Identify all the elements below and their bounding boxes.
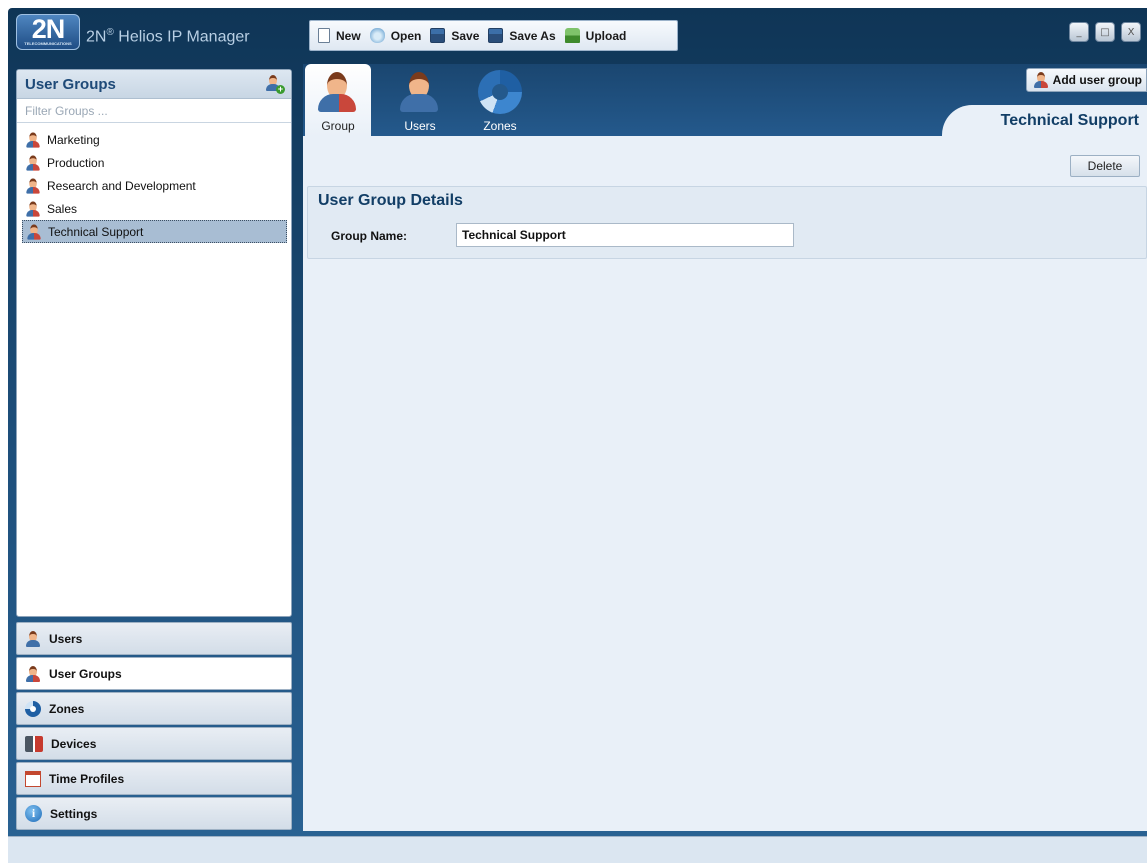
group-name-input[interactable] (456, 223, 794, 247)
groups-panel-header: User Groups + (17, 70, 291, 99)
tab-label: Users (404, 119, 436, 133)
app-title-product: Helios IP Manager (113, 28, 250, 46)
registered-mark: ® (106, 27, 114, 38)
upload-house-icon (564, 28, 580, 43)
app-title: 2N® Helios IP Manager (86, 27, 250, 46)
nav-item-label: Settings (50, 806, 98, 821)
upload-button[interactable]: Upload (564, 28, 627, 43)
user-group-icon (25, 200, 40, 217)
logo-mark: 2N TELECOMMUNICATIONS (16, 14, 80, 50)
close-button[interactable]: X (1121, 22, 1141, 42)
user-group-details: User Group Details Group Name: (307, 186, 1147, 259)
nav-item-settings[interactable]: i Settings (16, 797, 292, 830)
add-user-group-icon (1033, 72, 1049, 88)
open-button[interactable]: Open (369, 28, 422, 43)
add-user-group-button[interactable]: Add user group (1025, 68, 1147, 92)
group-list-item[interactable]: Marketing (22, 128, 287, 151)
groups-panel-title: User Groups (25, 75, 116, 93)
nav-item-devices[interactable]: Devices (16, 727, 292, 760)
add-group-icon[interactable]: + (265, 75, 285, 94)
nav-item-label: User Groups (49, 666, 122, 681)
nav-item-users[interactable]: Users (16, 622, 292, 655)
app-logo: 2N TELECOMMUNICATIONS 2N® Helios IP Mana… (16, 14, 250, 50)
calendar-icon (25, 770, 41, 787)
group-list-item-selected[interactable]: Technical Support (22, 220, 287, 243)
group-list-item[interactable]: Sales (22, 197, 287, 220)
logo-mark-subtext: TELECOMMUNICATIONS (24, 41, 72, 46)
group-list-item[interactable]: Research and Development (22, 174, 287, 197)
group-label: Technical Support (48, 224, 144, 239)
open-folder-icon (369, 28, 385, 43)
tab-group[interactable]: Group (305, 64, 371, 136)
nav-item-user-groups[interactable]: User Groups (16, 657, 292, 690)
minimize-button[interactable]: _ (1069, 22, 1089, 42)
group-list-item[interactable]: Production (22, 151, 287, 174)
user-group-icon (25, 131, 40, 148)
header: 2N TELECOMMUNICATIONS 2N® Helios IP Mana… (8, 8, 1147, 66)
user-group-icon (25, 665, 41, 682)
save-as-disk-icon (488, 28, 504, 43)
nav-item-zones[interactable]: Zones (16, 692, 292, 725)
group-label: Production (47, 155, 105, 170)
group-tab-icon (316, 70, 360, 114)
tab-bar: Group Users Zones Add user group Technic… (303, 64, 1147, 136)
nav-item-label: Time Profiles (49, 771, 125, 786)
plus-icon: + (276, 84, 285, 94)
app-window: 2N TELECOMMUNICATIONS 2N® Helios IP Mana… (8, 8, 1147, 863)
add-user-group-label: Add user group (1052, 73, 1142, 87)
devices-icon (25, 735, 43, 752)
app-title-brand: 2N (86, 28, 107, 46)
group-label: Sales (47, 201, 78, 216)
new-button-label: New (336, 28, 361, 43)
tab-label: Zones (483, 119, 517, 133)
maximize-button[interactable]: □ (1095, 22, 1115, 42)
user-group-icon (25, 154, 40, 171)
details-title: User Group Details (318, 192, 463, 209)
new-button[interactable]: New (318, 28, 361, 43)
open-button-label: Open (390, 28, 422, 43)
group-list: Marketing Production Research and Develo… (17, 123, 291, 243)
user-icon (25, 630, 41, 647)
delete-button[interactable]: Delete (1070, 155, 1140, 177)
users-tab-icon (398, 70, 442, 114)
save-button[interactable]: Save (430, 28, 479, 43)
zones-icon (25, 700, 41, 717)
group-label: Marketing (47, 132, 100, 147)
filter-groups-input[interactable] (17, 99, 291, 123)
nav-item-label: Users (49, 631, 83, 646)
page-title: Technical Support (942, 105, 1147, 136)
tab-zones[interactable]: Zones (467, 64, 533, 136)
new-document-icon (318, 28, 330, 43)
group-label: Research and Development (47, 178, 196, 193)
nav-item-time-profiles[interactable]: Time Profiles (16, 762, 292, 795)
save-button-label: Save (451, 28, 480, 43)
tab-users[interactable]: Users (387, 64, 453, 136)
save-as-button-label: Save As (509, 28, 556, 43)
info-icon: i (25, 805, 42, 822)
file-toolbar: New Open Save Save As Upload (309, 20, 678, 51)
save-disk-icon (430, 28, 446, 43)
window-controls: _ □ X (1069, 22, 1141, 42)
sidebar-nav: Users User Groups Zones Devices Time Pro… (16, 622, 292, 832)
zones-tab-icon (478, 70, 522, 114)
upload-button-label: Upload (585, 28, 627, 43)
groups-panel: User Groups + Marketing Production (16, 69, 292, 617)
nav-item-label: Zones (49, 701, 85, 716)
user-group-icon (26, 223, 41, 240)
main-panel: Group Users Zones Add user group Technic… (303, 64, 1147, 831)
save-as-button[interactable]: Save As (488, 28, 556, 43)
status-bar (8, 836, 1147, 863)
tab-label: Group (321, 119, 355, 133)
logo-mark-text: 2N (31, 14, 66, 44)
user-group-icon (25, 177, 40, 194)
group-name-label: Group Name: (331, 229, 408, 243)
nav-item-label: Devices (51, 736, 97, 751)
